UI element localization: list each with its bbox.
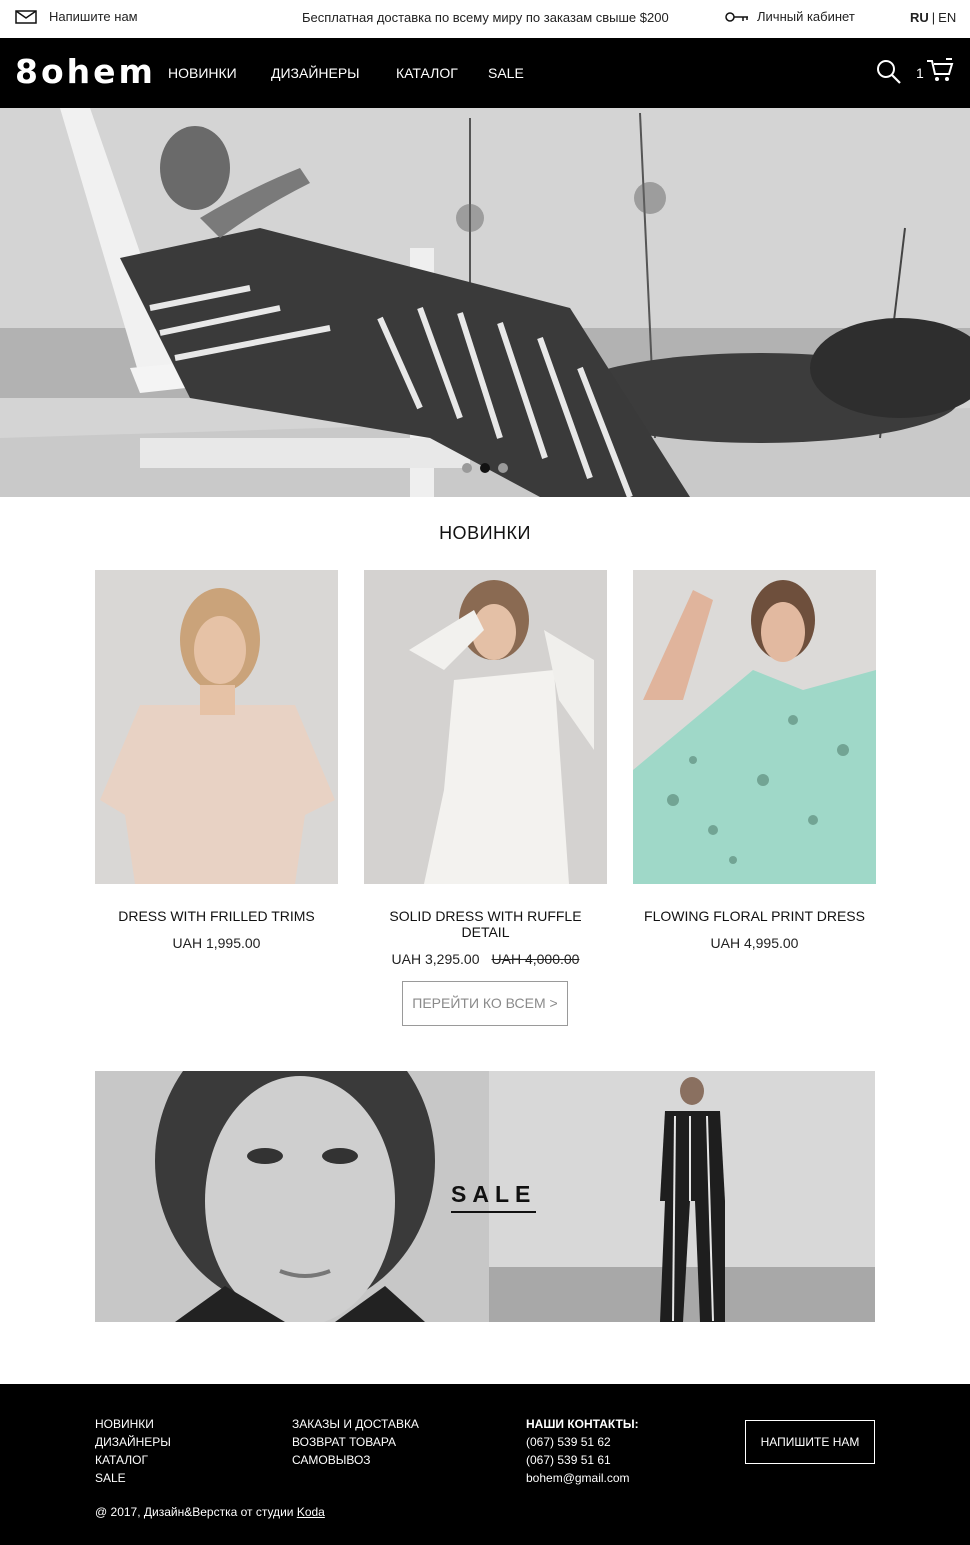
footer: НОВИНКИ ДИЗАЙНЕРЫ КАТАЛОГ SALE ЗАКАЗЫ И … xyxy=(0,1384,970,1545)
write-us-label: Напишите нам xyxy=(49,9,138,24)
product-name[interactable]: SOLID DRESS WITH RUFFLE DETAIL xyxy=(364,908,607,940)
slider-dots xyxy=(462,463,508,473)
cart-icon xyxy=(926,58,954,81)
hero-slider xyxy=(0,108,970,497)
site-logo[interactable]: 8ohem xyxy=(15,52,156,91)
product-prices: UAH 4,995.00 xyxy=(633,935,876,951)
footer-email[interactable]: bohem@gmail.com xyxy=(526,1469,639,1487)
footer-link-catalog[interactable]: КАТАЛОГ xyxy=(95,1451,171,1469)
footer-link-pickup[interactable]: САМОВЫВОЗ xyxy=(292,1451,419,1469)
product-price: UAH 4,995.00 xyxy=(710,935,799,951)
product-price: UAH 3,295.00 xyxy=(391,951,480,967)
product-photo[interactable] xyxy=(95,570,338,884)
cart-button[interactable]: 1 xyxy=(916,58,954,82)
key-icon xyxy=(725,11,748,22)
product-card: FLOWING FLORAL PRINT DRESS UAH 4,995.00 xyxy=(633,570,876,951)
footer-link-sale[interactable]: SALE xyxy=(95,1469,171,1487)
product-prices: UAH 1,995.00 xyxy=(95,935,338,951)
cart-count: 1 xyxy=(916,65,924,81)
product-prices: UAH 3,295.00 UAH 4,000.00 xyxy=(364,951,607,967)
slider-dot-1[interactable] xyxy=(462,463,472,473)
product-photo[interactable] xyxy=(364,570,607,884)
lang-separator: | xyxy=(931,10,936,25)
footer-link-designers[interactable]: ДИЗАЙНЕРЫ xyxy=(95,1433,171,1451)
product-old-price: UAH 4,000.00 xyxy=(491,951,580,967)
lang-en[interactable]: EN xyxy=(938,10,956,25)
product-name[interactable]: DRESS WITH FRILLED TRIMS xyxy=(95,908,338,924)
nav-item-sale[interactable]: SALE xyxy=(488,65,524,81)
footer-write-us-button[interactable]: НАПИШИТЕ НАМ xyxy=(745,1420,875,1464)
main-navbar: 8ohem НОВИНКИ ДИЗАЙНЕРЫ КАТАЛОГ SALE 1 xyxy=(0,38,970,108)
slider-dot-3[interactable] xyxy=(498,463,508,473)
product-card: SOLID DRESS WITH RUFFLE DETAIL UAH 3,295… xyxy=(364,570,607,967)
sale-banner[interactable]: SALE xyxy=(95,1071,875,1322)
footer-link-returns[interactable]: ВОЗВРАТ ТОВАРА xyxy=(292,1433,419,1451)
nav-item-designers[interactable]: ДИЗАЙНЕРЫ xyxy=(271,65,360,81)
footer-phone-2[interactable]: (067) 539 51 61 xyxy=(526,1451,639,1469)
nav-item-catalog[interactable]: КАТАЛОГ xyxy=(396,65,458,81)
view-all-button[interactable]: ПЕРЕЙТИ КО ВСЕМ > xyxy=(402,981,568,1026)
product-name[interactable]: FLOWING FLORAL PRINT DRESS xyxy=(633,908,876,924)
product-photo[interactable] xyxy=(633,570,876,884)
write-us-link[interactable]: Напишите нам xyxy=(15,9,138,24)
sale-label[interactable]: SALE xyxy=(451,1181,537,1213)
footer-nav-column: НОВИНКИ ДИЗАЙНЕРЫ КАТАЛОГ SALE xyxy=(95,1415,171,1487)
footer-phone-1[interactable]: (067) 539 51 62 xyxy=(526,1433,639,1451)
product-price: UAH 1,995.00 xyxy=(172,935,261,951)
nav-item-new[interactable]: НОВИНКИ xyxy=(168,65,237,81)
footer-info-column: ЗАКАЗЫ И ДОСТАВКА ВОЗВРАТ ТОВАРА САМОВЫВ… xyxy=(292,1415,419,1469)
account-label: Личный кабинет xyxy=(757,9,855,24)
footer-contacts-title: НАШИ КОНТАКТЫ: xyxy=(526,1417,639,1431)
hero-image xyxy=(0,108,970,497)
copyright-text: @ 2017, Дизайн&Верстка от студии xyxy=(95,1505,294,1519)
free-shipping-promo: Бесплатная доставка по всему миру по зак… xyxy=(302,10,669,25)
lang-ru[interactable]: RU xyxy=(910,10,929,25)
top-utility-bar: Напишите нам Бесплатная доставка по всем… xyxy=(0,0,970,38)
footer-link-orders-delivery[interactable]: ЗАКАЗЫ И ДОСТАВКА xyxy=(292,1415,419,1433)
envelope-icon xyxy=(15,9,37,24)
product-image-ruffle-dress xyxy=(364,570,607,884)
slider-dot-2[interactable] xyxy=(480,463,490,473)
footer-link-new[interactable]: НОВИНКИ xyxy=(95,1415,171,1433)
product-image-floral-dress xyxy=(633,570,876,884)
account-link[interactable]: Личный кабинет xyxy=(725,9,855,24)
footer-contacts-column: НАШИ КОНТАКТЫ: (067) 539 51 62 (067) 539… xyxy=(526,1415,639,1487)
search-button[interactable] xyxy=(876,59,902,90)
search-icon xyxy=(877,60,901,84)
language-switcher: RU | EN xyxy=(910,10,956,25)
product-image-frilled-dress xyxy=(95,570,338,884)
new-arrivals-title: НОВИНКИ xyxy=(439,523,531,543)
product-card: DRESS WITH FRILLED TRIMS UAH 1,995.00 xyxy=(95,570,338,951)
studio-link[interactable]: Koda xyxy=(297,1505,325,1519)
footer-copyright: @ 2017, Дизайн&Верстка от студии Koda xyxy=(95,1505,325,1519)
